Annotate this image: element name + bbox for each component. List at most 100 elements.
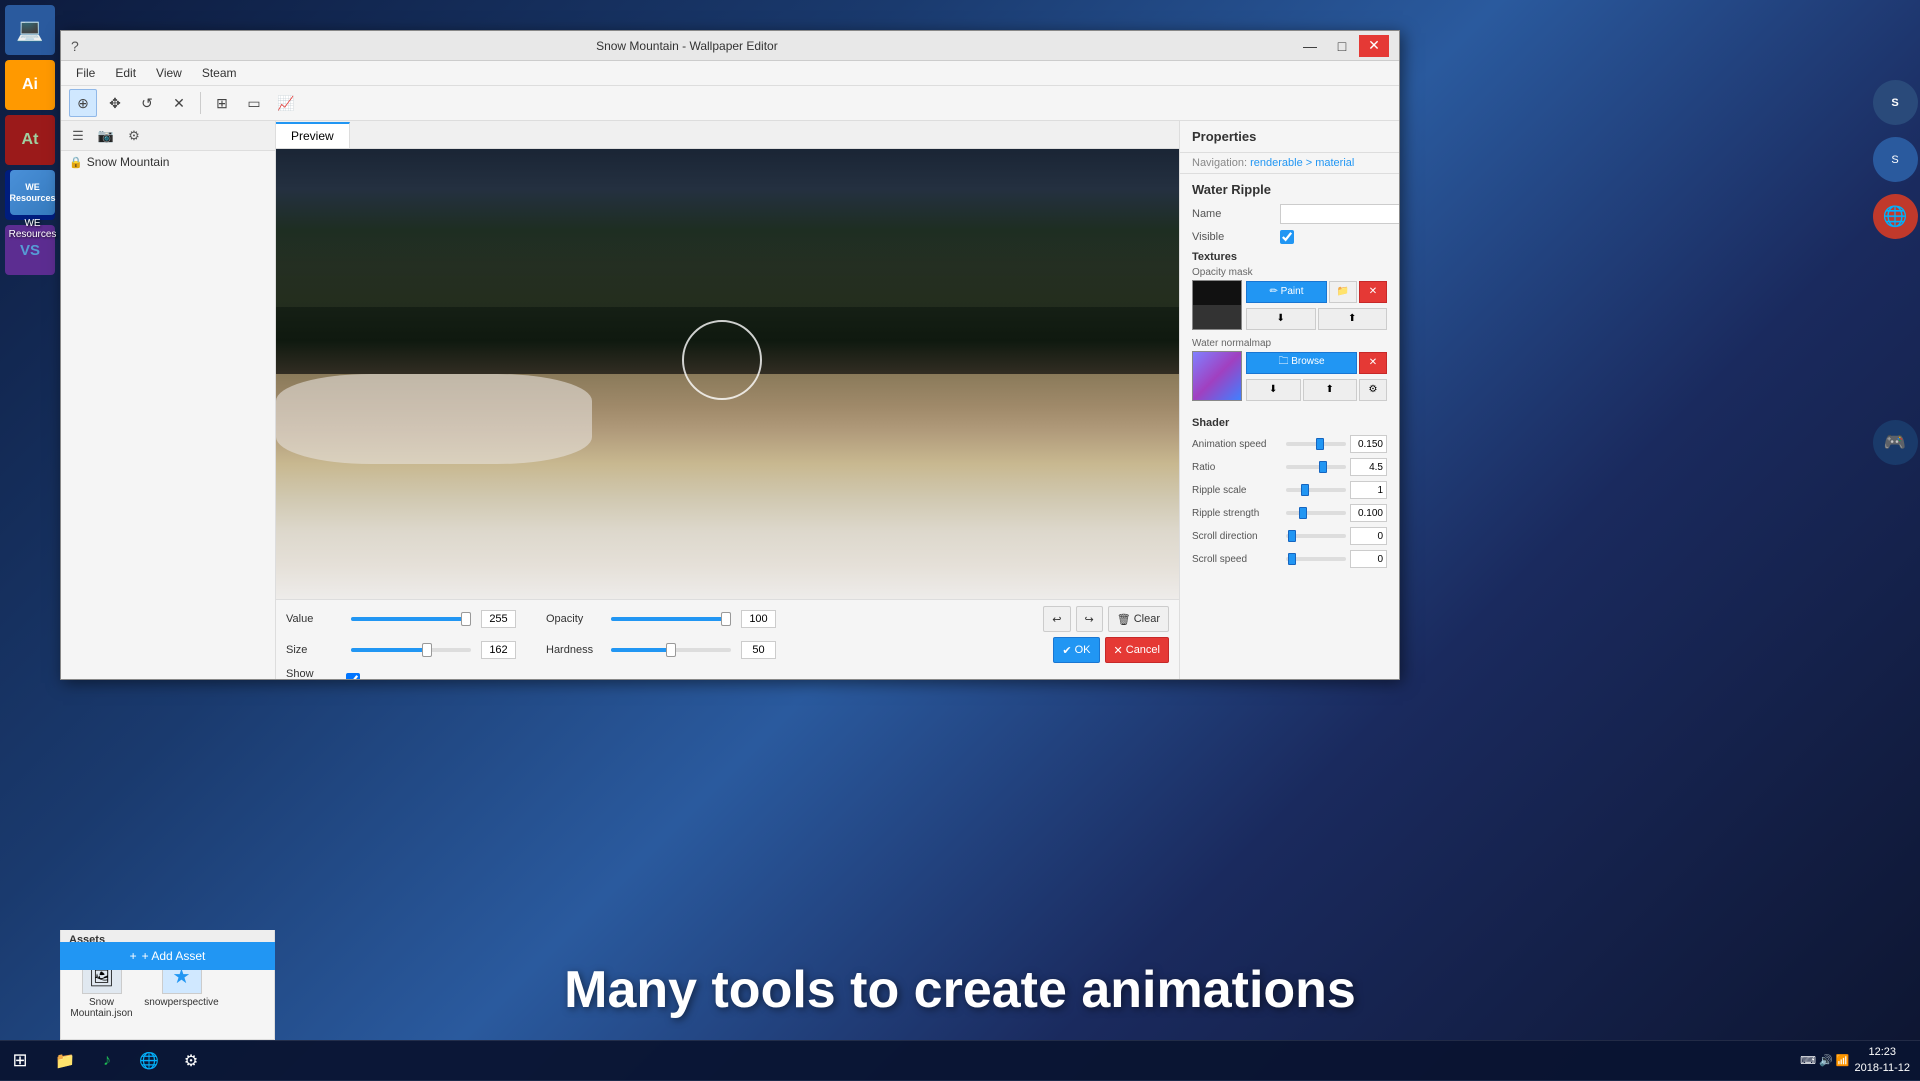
taskbar-settings[interactable]: ⚙ [171, 1041, 211, 1081]
name-property-row: Name [1180, 201, 1399, 227]
tree-item-snow-mountain[interactable]: 🔒 Snow Mountain [61, 151, 275, 173]
ok-button[interactable]: ✔ OK [1053, 637, 1099, 663]
folder-button[interactable]: 📁 [1329, 281, 1357, 303]
clear-button[interactable]: 🗑 Clear [1108, 606, 1169, 632]
maximize-button[interactable]: □ [1327, 35, 1357, 57]
taskbar-start-button[interactable]: ⊞ [0, 1041, 40, 1081]
ratio-slider[interactable] [1286, 465, 1346, 469]
opacity-slider-track[interactable] [611, 617, 731, 621]
opacity-mask-thumb [1192, 280, 1242, 330]
steam-games-icon[interactable]: 🎮 [1873, 420, 1918, 465]
app-window: ? Snow Mountain - Wallpaper Editor — □ ✕… [60, 30, 1400, 680]
normalmap-import-button[interactable]: ⬇ [1246, 379, 1301, 401]
value-slider-thumb[interactable] [461, 612, 471, 626]
menu-view[interactable]: View [146, 64, 192, 82]
size-slider-track[interactable] [351, 648, 471, 652]
paint-button[interactable]: ✏ Paint [1246, 281, 1327, 303]
settings-btn[interactable]: ⚙ [122, 124, 146, 148]
cancel-button[interactable]: ✕ Cancel [1105, 637, 1169, 663]
delete-normalmap-button[interactable]: ✕ [1359, 352, 1387, 374]
grid-view-button[interactable]: ⊞ [208, 89, 236, 117]
anim-speed-slider[interactable] [1286, 442, 1346, 446]
normalmap-export-button[interactable]: ⬆ [1303, 379, 1358, 401]
hardness-slider-track[interactable] [611, 648, 731, 652]
opacity-slider-thumb[interactable] [721, 612, 731, 626]
left-panel-toolbar: ☰ 📷 ⚙ [61, 121, 275, 151]
preview-canvas[interactable] [276, 149, 1179, 599]
we-resources-label: WE Resources [5, 218, 60, 240]
menu-steam[interactable]: Steam [192, 64, 247, 82]
taskbar-chrome[interactable]: 🌐 [129, 1041, 169, 1081]
value-slider-track[interactable] [351, 617, 471, 621]
show-mask-checkbox[interactable] [346, 673, 360, 679]
chrome-icon[interactable]: 🌐 [1873, 194, 1918, 239]
size-slider-fill [351, 648, 427, 652]
menu-edit[interactable]: Edit [105, 64, 146, 82]
close-button[interactable]: ✕ [1359, 35, 1389, 57]
toolbar-separator-1 [200, 92, 201, 114]
preview-image [276, 149, 1179, 599]
redo-button[interactable]: ↪ [1076, 606, 1103, 632]
cursor-tool-button[interactable]: ⊕ [69, 89, 97, 117]
scroll-direction-slider[interactable] [1286, 534, 1346, 538]
scroll-speed-thumb[interactable] [1288, 553, 1296, 565]
add-asset-button[interactable]: + + Add Asset [60, 942, 275, 970]
list-view-btn[interactable]: ☰ [66, 124, 90, 148]
ripple-scale-value: 1 [1350, 481, 1387, 499]
ripple-strength-slider[interactable] [1286, 511, 1346, 515]
ok-icon: ✔ [1062, 644, 1071, 657]
illustrator-icon[interactable]: Ai [5, 60, 55, 110]
steam-icon[interactable]: S [1873, 80, 1918, 125]
chart-view-button[interactable]: 📈 [272, 89, 300, 117]
taskbar-file-explorer[interactable]: 📁 [45, 1041, 85, 1081]
minimize-button[interactable]: — [1295, 35, 1325, 57]
forest-layer [276, 307, 1179, 375]
scroll-direction-thumb[interactable] [1288, 530, 1296, 542]
scroll-speed-slider[interactable] [1286, 557, 1346, 561]
hardness-label: Hardness [546, 644, 601, 656]
export-button[interactable]: ⬆ [1318, 308, 1388, 330]
browse-button[interactable]: 🗀 Browse [1246, 352, 1357, 374]
ripple-scale-slider[interactable] [1286, 488, 1346, 492]
water-normalmap-thumb [1192, 351, 1242, 401]
toolbar: ⊕ ✥ ↺ ✕ ⊞ ▭ 📈 [61, 86, 1399, 121]
show-mask-row: Show mask [286, 668, 360, 679]
opacity-label: Opacity [546, 613, 601, 625]
close-tool-button[interactable]: ✕ [165, 89, 193, 117]
import-button[interactable]: ⬇ [1246, 308, 1316, 330]
skype-icon[interactable]: S [1873, 137, 1918, 182]
clear-icon: 🗑 [1117, 613, 1131, 626]
we-resources-icon[interactable]: WEResources WE Resources [5, 170, 60, 240]
size-display[interactable]: 162 [481, 641, 516, 659]
move-tool-button[interactable]: ✥ [101, 89, 129, 117]
hardness-display[interactable]: 50 [741, 641, 776, 659]
delete-texture-button[interactable]: ✕ [1359, 281, 1387, 303]
opacity-display[interactable]: 100 [741, 610, 776, 628]
shader-animation-speed-row: Animation speed 0.150 [1192, 435, 1387, 453]
normalmap-settings-button[interactable]: ⚙ [1359, 379, 1387, 401]
refresh-button[interactable]: ↺ [133, 89, 161, 117]
lock-icon: 🔒 [69, 156, 83, 169]
preview-tab[interactable]: Preview [276, 122, 350, 148]
size-slider-thumb[interactable] [422, 643, 432, 657]
menu-file[interactable]: File [66, 64, 105, 82]
camera-btn[interactable]: 📷 [94, 124, 118, 148]
ripple-strength-thumb[interactable] [1299, 507, 1307, 519]
anim-speed-thumb[interactable] [1316, 438, 1324, 450]
overlay-text: Many tools to create animations [0, 960, 1920, 1020]
visible-checkbox[interactable] [1280, 230, 1294, 244]
ripple-scale-thumb[interactable] [1301, 484, 1309, 496]
pc-icon[interactable]: 💻 [5, 5, 55, 55]
rect-view-button[interactable]: ▭ [240, 89, 268, 117]
help-icon[interactable]: ? [71, 38, 79, 54]
hardness-slider-thumb[interactable] [666, 643, 676, 657]
opacity-mask-controls: ✏ Paint 📁 ✕ ⬇ ⬆ [1246, 281, 1387, 330]
properties-nav-path: renderable > material [1250, 157, 1354, 169]
left-panel: ☰ 📷 ⚙ 🔒 Snow Mountain [61, 121, 276, 679]
value-display[interactable]: 255 [481, 610, 516, 628]
taskbar-spotify[interactable]: ♪ [87, 1041, 127, 1081]
undo-button[interactable]: ↩ [1043, 606, 1070, 632]
after-effects-icon[interactable]: At [5, 115, 55, 165]
name-prop-input[interactable] [1280, 204, 1399, 224]
ratio-thumb[interactable] [1319, 461, 1327, 473]
